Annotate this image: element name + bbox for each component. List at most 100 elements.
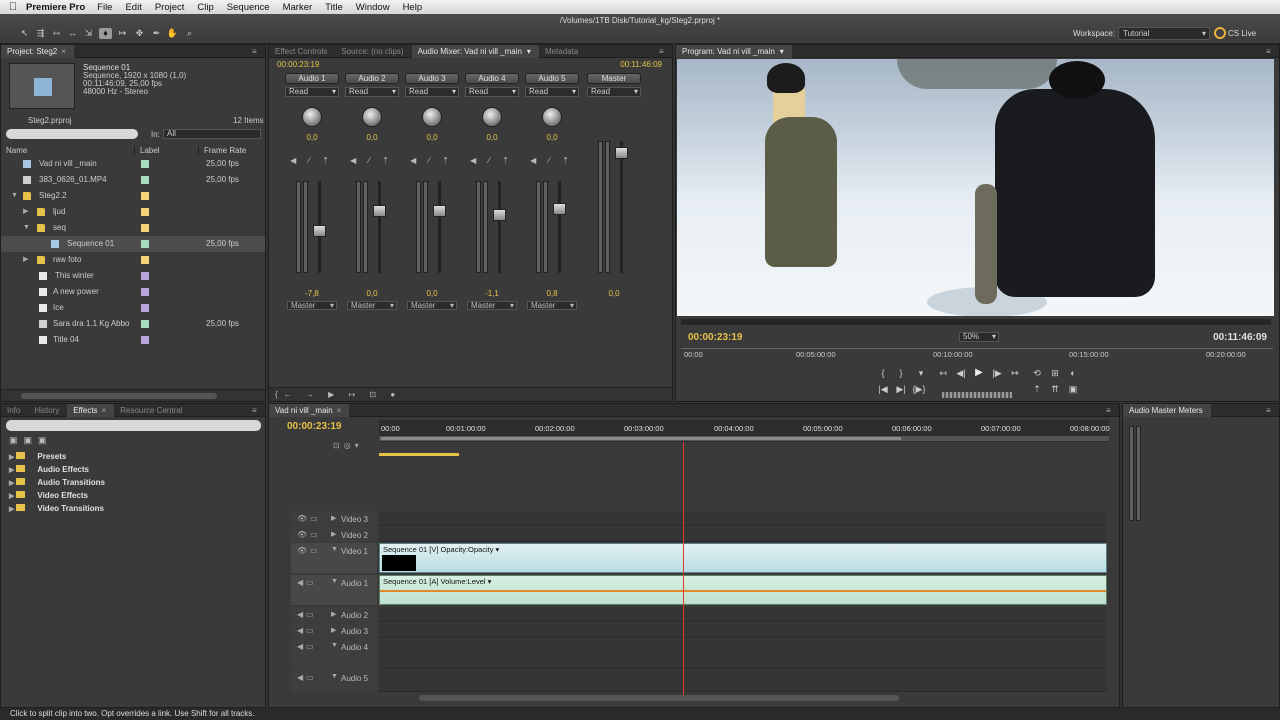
project-item-selected[interactable]: Sequence 01 25,00 fps [1,236,265,252]
folder-video-effects[interactable]: ▶ Video Effects [9,489,88,502]
volume-fader[interactable] [493,209,506,221]
mute-solo-record-icons[interactable]: ◀ ⁄ ⇡ [525,156,579,165]
tab-project[interactable]: Project: Steg2 × [1,45,74,58]
track-lane[interactable] [379,623,1107,638]
speaker-lock-icons[interactable]: ◀▭ [297,642,317,651]
folder-audio-effects[interactable]: ▶ Audio Effects [9,463,89,476]
track-lane[interactable] [379,670,1107,692]
zoom-dropdown[interactable]: 50% [959,332,999,342]
tab-audio-mixer[interactable]: Audio Mixer: Vad ni vill _main ▾ [411,45,539,58]
menu-window[interactable]: Window [356,2,390,13]
tab-history[interactable]: History [28,404,67,417]
cs-live-button[interactable]: CS Live [1228,29,1256,38]
cs-live-icon[interactable] [1214,27,1226,39]
pan-value[interactable]: 0,0 [525,133,579,142]
pan-knob[interactable] [422,107,442,127]
project-item[interactable]: 383_0626_01.MP4 25,00 fps [1,172,265,188]
disclosure-triangle-icon[interactable]: ▼ [23,220,30,236]
folder-video-transitions[interactable]: ▶ Video Transitions [9,502,104,515]
extract-icon[interactable]: ⇈ [1048,383,1062,395]
volume-fader[interactable] [373,205,386,217]
track-lane[interactable] [379,527,1107,542]
tab-effects[interactable]: Effects × [67,404,115,417]
panel-menu-icon[interactable]: ≡ [252,47,261,56]
volume-value[interactable]: -7,8 [285,289,339,298]
timeline-horizontal-scrollbar[interactable] [419,695,899,701]
disclosure-triangle-icon[interactable]: ▶ [9,480,14,487]
menu-clip[interactable]: Clip [197,2,213,13]
tab-source[interactable]: Source: (no clips) [335,45,411,58]
audio-clip[interactable]: Sequence 01 [A] Volume:Level ▾ [379,575,1107,605]
horizontal-scrollbar[interactable] [21,393,217,399]
disclosure-triangle-icon[interactable]: ▶ [23,204,28,220]
program-current-time[interactable]: 00:00:23:19 [688,332,742,343]
output-dropdown[interactable]: Master [527,301,577,310]
automation-mode-dropdown[interactable]: Read [587,87,641,97]
volume-value[interactable]: 0,8 [525,289,579,298]
add-marker-icon[interactable]: ▾ [914,367,928,379]
project-item[interactable]: A new power [1,284,265,300]
apple-icon[interactable]:  [0,1,26,13]
automation-mode-dropdown[interactable]: Read [465,87,519,97]
rate-stretch-tool-icon[interactable]: ⇲ [82,28,95,39]
mark-in-icon[interactable]: { [876,367,890,379]
eye-lock-icons[interactable]: 👁▭ [297,546,321,555]
volume-fader[interactable] [433,205,446,217]
disclosure-triangle-icon[interactable]: ▶ [331,610,336,618]
mute-solo-record-icons[interactable]: ◀ ⁄ ⇡ [285,156,339,165]
step-forward-icon[interactable]: |▶ [990,367,1004,379]
menu-title[interactable]: Title [325,2,343,13]
speaker-lock-icons[interactable]: ◀▭ [297,610,317,619]
tab-audio-master-meters[interactable]: Audio Master Meters [1123,404,1211,417]
work-area-range[interactable] [381,437,901,440]
panel-menu-icon[interactable]: ≡ [659,47,668,56]
app-menu[interactable]: Premiere Pro [26,2,85,13]
menu-help[interactable]: Help [403,2,423,13]
speaker-lock-icons[interactable]: ◀▭ [297,673,317,682]
project-item[interactable]: This winter [1,268,265,284]
mute-solo-record-icons[interactable]: ◀ ⁄ ⇡ [345,156,399,165]
project-item[interactable]: ▶ raw foto [1,252,265,268]
pan-knob[interactable] [302,107,322,127]
disclosure-triangle-icon[interactable]: ▼ [11,188,18,204]
disclosure-triangle-icon[interactable]: ▶ [9,454,14,461]
pan-value[interactable]: 0,0 [465,133,519,142]
project-item[interactable]: ▼ Steg2.2 [1,188,265,204]
disclosure-triangle-icon[interactable]: ▼ [331,673,338,680]
disclosure-triangle-icon[interactable]: ▶ [23,252,28,268]
play-icon[interactable]: ▶ [972,367,986,379]
automation-mode-dropdown[interactable]: Read [405,87,459,97]
go-to-previous-edit-icon[interactable]: |◀ [876,383,890,395]
work-area-bar[interactable] [379,436,1109,441]
menu-edit[interactable]: Edit [125,2,141,13]
pan-knob[interactable] [482,107,502,127]
snap-marker-icons[interactable]: ⊡◎▾ [333,441,363,450]
tab-program[interactable]: Program: Vad ni vill _main ▾ [676,45,792,58]
effects-filter-icons[interactable]: ▣▣▣ [9,435,53,446]
close-icon[interactable]: × [102,406,107,415]
eye-lock-icons[interactable]: 👁▭ [297,530,321,539]
volume-value[interactable]: 0,0 [345,289,399,298]
video-clip[interactable]: Sequence 01 [V] Opacity:Opacity ▾ [379,543,1107,573]
lift-icon[interactable]: ⇡ [1030,383,1044,395]
panel-menu-icon[interactable]: ≡ [1106,406,1115,415]
volume-value[interactable]: -1,1 [465,289,519,298]
ripple-edit-tool-icon[interactable]: ⇿ [50,28,63,39]
go-to-in-icon[interactable]: ↤ [936,367,950,379]
mixer-current-time[interactable]: 00:00:23:19 [277,60,319,69]
output-dropdown[interactable]: Master [347,301,397,310]
menu-project[interactable]: Project [155,2,185,13]
timeline-current-time[interactable]: 00:00:23:19 [287,421,341,432]
in-dropdown[interactable]: All [163,129,261,139]
program-scrub-bar[interactable] [681,319,1271,325]
track-lane[interactable] [379,511,1107,526]
eye-lock-icons[interactable]: 👁▭ [297,514,321,523]
project-item[interactable]: ▼ seq [1,220,265,236]
tab-resource-central[interactable]: Resource Central [114,404,190,417]
tab-effect-controls[interactable]: Effect Controls [269,45,335,58]
pan-value[interactable]: 0,0 [405,133,459,142]
export-frame-icon[interactable]: ▣ [1066,383,1080,395]
pen-tool-icon[interactable]: ✒ [150,28,163,39]
safe-margins-icon[interactable]: ⊞ [1048,367,1062,379]
column-name[interactable]: Name [3,146,135,155]
